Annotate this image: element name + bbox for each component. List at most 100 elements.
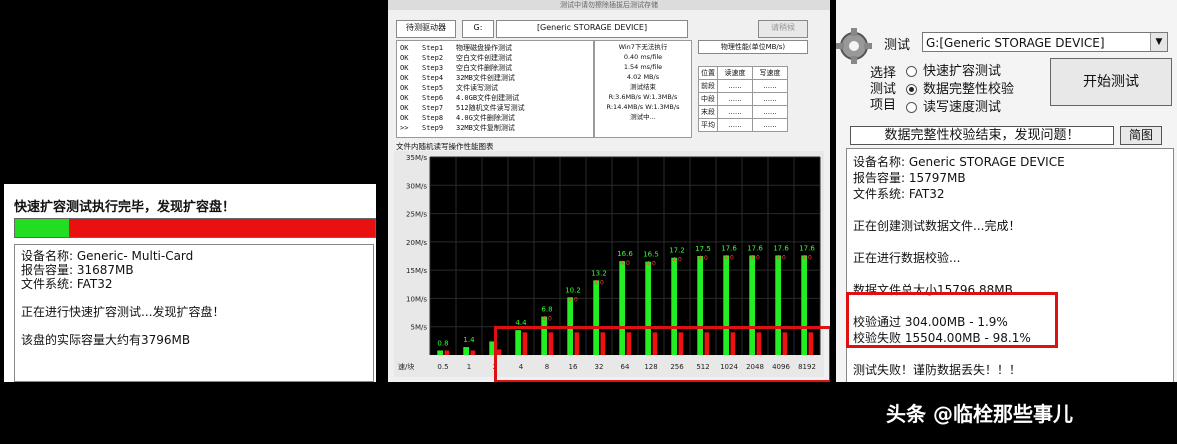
perf-write: ...... bbox=[752, 92, 788, 106]
step-text: 空白文件删除测试 bbox=[456, 64, 512, 72]
test-type-radio[interactable]: 数据完整性校验 bbox=[906, 78, 1014, 97]
red-value-label: 4.0 bbox=[776, 254, 786, 261]
device-select[interactable]: G:[Generic STORAGE DEVICE] ▼ bbox=[922, 32, 1168, 52]
red-value-label: 4.0 bbox=[672, 257, 682, 264]
green-value-label: 17.6 bbox=[799, 244, 815, 252]
radio-label: 数据完整性校验 bbox=[923, 82, 1015, 97]
step-id: Step4 bbox=[422, 74, 444, 82]
perf-header-row: 位置 读速度 写速度 bbox=[698, 66, 788, 80]
step-text: 空白文件创建测试 bbox=[456, 54, 512, 62]
x-tick-label: 1 bbox=[467, 363, 471, 371]
result-line: 1.54 ms/file bbox=[623, 63, 663, 71]
info-line bbox=[21, 319, 367, 333]
drive-letter-field[interactable]: G: bbox=[462, 20, 494, 38]
perf-read: ...... bbox=[717, 105, 753, 119]
green-value-label: 0.8 bbox=[437, 339, 448, 347]
result-line: 测试中... bbox=[630, 113, 656, 121]
green-bar bbox=[437, 350, 443, 355]
x-tick-label: 0.5 bbox=[437, 363, 448, 371]
step-text: 4.0G文件删除测试 bbox=[456, 114, 515, 122]
perf-write: ...... bbox=[752, 105, 788, 119]
step-status: OK bbox=[400, 64, 409, 72]
step-text: 32MB文件复制测试 bbox=[456, 124, 515, 132]
perf-table: 位置 读速度 写速度 前段............ 中段............ 末段..… bbox=[698, 66, 788, 132]
select-label-item: 项目 bbox=[870, 98, 897, 113]
result-line bbox=[595, 123, 691, 133]
step-row: OK Step8 4.0G文件删除测试 bbox=[400, 113, 590, 123]
wait-button[interactable]: 请稍候 bbox=[758, 20, 808, 38]
step-row: OK Step3 空白文件删除测试 bbox=[400, 63, 590, 73]
test-type-radio[interactable]: 读写速度测试 bbox=[906, 96, 1001, 115]
result-title: 快速扩容测试执行完毕，发现扩容盘！ bbox=[14, 200, 236, 215]
y-tick-label: 35M/s bbox=[406, 154, 427, 162]
step-status: >> bbox=[400, 124, 409, 132]
perf-read: ...... bbox=[717, 118, 753, 132]
radio-button-icon[interactable] bbox=[906, 102, 917, 113]
radio-label: 读写速度测试 bbox=[923, 100, 1002, 115]
info-line: 文件系统: FAT32 bbox=[21, 277, 113, 291]
step-status: OK bbox=[400, 44, 409, 52]
red-value-label: 4.0 bbox=[724, 254, 734, 261]
perf-write: ...... bbox=[752, 79, 788, 93]
device-select-value: G:[Generic STORAGE DEVICE] bbox=[926, 36, 1105, 50]
device-name-field: [Generic STORAGE DEVICE] bbox=[496, 20, 688, 38]
info-line: 设备名称: Generic- Multi-Card bbox=[21, 249, 194, 263]
y-tick-label: 20M/s bbox=[406, 239, 427, 247]
step-status: OK bbox=[400, 84, 409, 92]
step-row: OK Step4 32MB文件创建测试 bbox=[400, 73, 590, 83]
perf-header: 位置 bbox=[698, 66, 718, 80]
watermark-text: 头条 @临栓那些事儿 bbox=[886, 402, 1073, 426]
step-text: 文件读写测试 bbox=[456, 84, 498, 92]
green-value-label: 6.8 bbox=[541, 306, 552, 314]
result-line: R:14.4MB/s W:1.3MB/s bbox=[606, 103, 680, 111]
red-value-label: 4.0 bbox=[750, 254, 760, 261]
step-id: Step1 bbox=[422, 44, 444, 52]
start-test-button[interactable]: 开始测试 bbox=[1050, 58, 1172, 106]
log-line: 报告容量: 15797MB bbox=[853, 171, 966, 185]
perf-header: 读速度 bbox=[717, 66, 753, 80]
info-line bbox=[21, 291, 367, 305]
chevron-down-icon[interactable]: ▼ bbox=[1150, 33, 1167, 51]
perf-row: 末段............ bbox=[698, 105, 788, 119]
perf-read: ...... bbox=[717, 92, 753, 106]
green-value-label: 13.2 bbox=[591, 269, 607, 277]
radio-button-icon[interactable] bbox=[906, 84, 917, 95]
step-row: >> Step9 32MB文件复制测试 bbox=[400, 123, 590, 133]
drive-label: 待测驱动器 bbox=[396, 20, 456, 38]
test-steps-list: OK Step1 物理磁盘操作测试 OK Step2 空白文件创建测试 OK Step3 空白文… bbox=[396, 40, 594, 138]
step-text: 物理磁盘操作测试 bbox=[456, 44, 512, 52]
green-value-label: 17.5 bbox=[695, 245, 711, 253]
step-status: OK bbox=[400, 104, 409, 112]
red-value-label: 4.0 bbox=[542, 316, 552, 323]
step-row: OK Step2 空白文件创建测试 bbox=[400, 53, 590, 63]
simple-chart-button[interactable]: 简图 bbox=[1120, 126, 1162, 145]
result-line: 0.40 ms/file bbox=[623, 53, 663, 61]
info-line: 该盘的实际容量大约有3796MB bbox=[21, 333, 191, 347]
perf-position: 末段 bbox=[698, 105, 718, 119]
step-row: OK Step6 4.0GB文件创建测试 bbox=[400, 93, 590, 103]
step-status: OK bbox=[400, 94, 409, 102]
test-type-radio[interactable]: 快速扩容测试 bbox=[906, 60, 1001, 79]
radio-button-icon[interactable] bbox=[906, 66, 917, 77]
real-capacity-fill bbox=[15, 219, 69, 237]
perf-title: 物理性能(单位MB/s) bbox=[698, 40, 808, 54]
perf-read: ...... bbox=[717, 79, 753, 93]
device-info-box: 设备名称: Generic- Multi-Card 报告容量: 31687MB 文件… bbox=[14, 244, 374, 382]
log-line: 设备名称: Generic STORAGE DEVICE bbox=[853, 155, 1065, 169]
status-message: 数据完整性校验结束，发现问题！ bbox=[850, 126, 1114, 145]
perf-position: 中段 bbox=[698, 92, 718, 106]
log-line: 测试失败！谨防数据丢失！！！ bbox=[853, 363, 1022, 377]
quick-expansion-result-panel: 快速扩容测试执行完毕，发现扩容盘！ 设备名称: Generic- Multi-C… bbox=[4, 184, 376, 382]
y-tick-label: 25M/s bbox=[406, 211, 427, 219]
capacity-progress-bar bbox=[14, 218, 376, 238]
step-text: 512随机文件读写测试 bbox=[456, 104, 525, 112]
green-value-label: 17.6 bbox=[721, 244, 737, 252]
log-line: 正在创建测试数据文件...完成！ bbox=[853, 219, 1021, 233]
step-row: OK Step1 物理磁盘操作测试 bbox=[400, 43, 590, 53]
perf-position: 前段 bbox=[698, 79, 718, 93]
perf-row: 平均............ bbox=[698, 118, 788, 132]
info-line: 报告容量: 31687MB bbox=[21, 263, 134, 277]
red-bar bbox=[470, 350, 476, 355]
red-value-label: 4.0 bbox=[646, 261, 656, 268]
y-tick-label: 5M/s bbox=[411, 324, 428, 332]
